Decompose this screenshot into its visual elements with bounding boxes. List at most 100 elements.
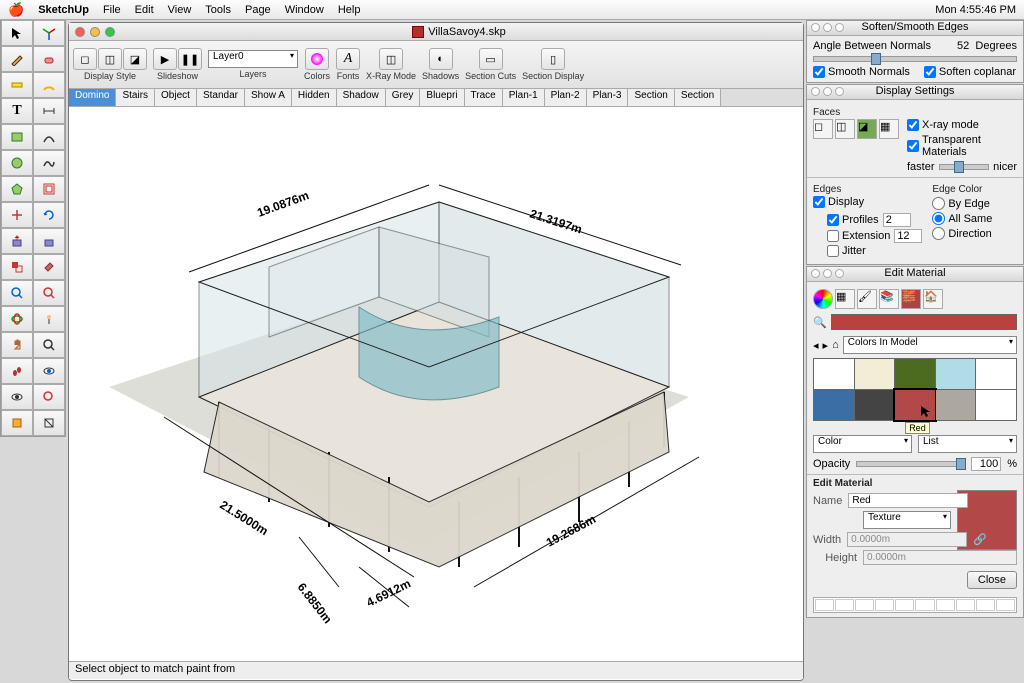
colors-button[interactable] — [305, 48, 329, 70]
soften-panel-title[interactable]: Soften/Smooth Edges — [807, 21, 1023, 36]
color-wheel-icon[interactable] — [813, 289, 833, 309]
tape-tool[interactable] — [1, 72, 33, 98]
library-icon[interactable]: 📚 — [879, 289, 899, 309]
well-3[interactable] — [875, 599, 894, 611]
shadows-button[interactable]: ◐ — [429, 48, 453, 70]
scene-tab-section-1[interactable]: Section — [628, 89, 674, 106]
pan-tool[interactable] — [1, 332, 33, 358]
profiles-checkbox[interactable]: Profiles — [827, 214, 879, 226]
swatch-7[interactable]: Red — [895, 390, 935, 420]
display-edges-checkbox[interactable]: Display — [813, 196, 864, 208]
layers-select[interactable]: Layer0 — [208, 50, 298, 68]
menubar[interactable]: 🍎 SketchUp File Edit View Tools Page Win… — [0, 0, 1024, 20]
viewport[interactable]: 19.0876m 21.3197m 21.5000m 19.2686m 6.88… — [69, 107, 803, 661]
well-1[interactable] — [835, 599, 854, 611]
scene-tab-blueprint[interactable]: Bluepri — [420, 89, 464, 106]
menu-page[interactable]: Page — [245, 4, 271, 16]
eraser-tool[interactable] — [33, 46, 65, 72]
swatch-8[interactable] — [936, 390, 976, 420]
swatch-4[interactable] — [976, 359, 1016, 389]
swatch-1[interactable] — [855, 359, 895, 389]
soften-coplanar-checkbox[interactable]: Soften coplanar — [924, 66, 1016, 78]
scene-tab-shadow[interactable]: Shadow — [337, 89, 386, 106]
well-2[interactable] — [855, 599, 874, 611]
arc-tool[interactable] — [33, 124, 65, 150]
pencil-tool[interactable] — [1, 46, 33, 72]
scene-tab-object[interactable]: Object — [155, 89, 197, 106]
color-mode-select[interactable]: Color — [813, 435, 912, 453]
zoom-tool[interactable] — [33, 332, 65, 358]
menu-edit[interactable]: Edit — [135, 4, 154, 16]
section-plane-tool[interactable] — [1, 410, 33, 436]
lookaround-tool[interactable] — [33, 358, 65, 384]
profiles-input[interactable] — [883, 213, 911, 227]
freehand-tool[interactable] — [33, 150, 65, 176]
house-icon[interactable]: 🏠 — [923, 289, 943, 309]
menu-help[interactable]: Help — [338, 4, 361, 16]
scene-tab-hidden[interactable]: Hidden — [292, 89, 337, 106]
swatch-5[interactable] — [814, 390, 854, 420]
hidden-line-button[interactable]: ◫ — [98, 48, 122, 70]
section-display-tool[interactable] — [33, 410, 65, 436]
menu-file[interactable]: File — [103, 4, 121, 16]
by-edge-radio[interactable]: By Edge — [932, 197, 1017, 210]
section-cuts-button[interactable]: ▭ — [479, 48, 503, 70]
swatch-3[interactable] — [936, 359, 976, 389]
all-same-radio[interactable]: All Same — [932, 212, 1017, 225]
well-9[interactable] — [996, 599, 1015, 611]
fonts-button[interactable]: A — [336, 48, 360, 70]
rectangle-tool[interactable] — [1, 124, 33, 150]
zoom-extents-tool[interactable] — [1, 280, 33, 306]
scene-tab-show-a[interactable]: Show A — [245, 89, 292, 106]
home-icon[interactable]: ⌂ — [832, 339, 839, 351]
well-8[interactable] — [976, 599, 995, 611]
walk-tool[interactable] — [1, 358, 33, 384]
wireframe-button[interactable]: ◻ — [73, 48, 97, 70]
face-shaded-icon[interactable]: ◪ — [857, 119, 877, 139]
scene-tab-standard[interactable]: Standar — [197, 89, 245, 106]
scene-tab-stairs[interactable]: Stairs — [116, 89, 155, 106]
swatch-9[interactable] — [976, 390, 1016, 420]
face-hidden-icon[interactable]: ◫ — [835, 119, 855, 139]
orbit-tool[interactable] — [1, 306, 33, 332]
zoom-previous-tool[interactable] — [33, 384, 65, 410]
transparent-mat-checkbox[interactable]: Transparent Materials — [907, 134, 1017, 158]
section-display-button[interactable]: ▯ — [541, 48, 565, 70]
well-0[interactable] — [815, 599, 834, 611]
direction-radio[interactable]: Direction — [932, 227, 1017, 240]
smooth-normals-checkbox[interactable]: Smooth Normals — [813, 66, 910, 78]
followme-tool[interactable] — [33, 228, 65, 254]
close-window-button[interactable] — [75, 27, 85, 37]
scene-tab-plan-3[interactable]: Plan-3 — [587, 89, 629, 106]
zoom-window-button[interactable] — [105, 27, 115, 37]
rotate-tool[interactable] — [33, 202, 65, 228]
menu-tools[interactable]: Tools — [205, 4, 231, 16]
extension-input[interactable] — [894, 229, 922, 243]
well-4[interactable] — [895, 599, 914, 611]
move-tool[interactable] — [1, 202, 33, 228]
angle-slider[interactable] — [813, 56, 1017, 62]
list-mode-select[interactable]: List — [918, 435, 1017, 453]
well-6[interactable] — [936, 599, 955, 611]
polygon-tool[interactable] — [1, 176, 33, 202]
well-5[interactable] — [915, 599, 934, 611]
swatch-2[interactable] — [895, 359, 935, 389]
protractor-tool[interactable] — [33, 72, 65, 98]
xray-button[interactable]: ◫ — [379, 48, 403, 70]
circle-tool[interactable] — [1, 150, 33, 176]
scene-tab-domino[interactable]: Domino — [69, 89, 116, 106]
dimension-tool[interactable] — [33, 98, 65, 124]
sample-paint-icon[interactable]: 🖌 — [857, 289, 877, 309]
position-camera-tool[interactable] — [33, 306, 65, 332]
offset-tool[interactable] — [33, 176, 65, 202]
shaded-button[interactable]: ◪ — [123, 48, 147, 70]
scene-tab-plan-2[interactable]: Plan-2 — [545, 89, 587, 106]
face-wire-icon[interactable]: ◻ — [813, 119, 833, 139]
window-titlebar[interactable]: VillaSavoy4.skp — [69, 23, 803, 41]
scene-tab-grey[interactable]: Grey — [386, 89, 421, 106]
scene-tab-plan-1[interactable]: Plan-1 — [503, 89, 545, 106]
eye-tool[interactable] — [1, 384, 33, 410]
play-button[interactable]: ▶ — [153, 48, 177, 70]
close-button[interactable]: Close — [967, 571, 1017, 589]
edit-material-panel-title[interactable]: Edit Material — [807, 267, 1023, 282]
